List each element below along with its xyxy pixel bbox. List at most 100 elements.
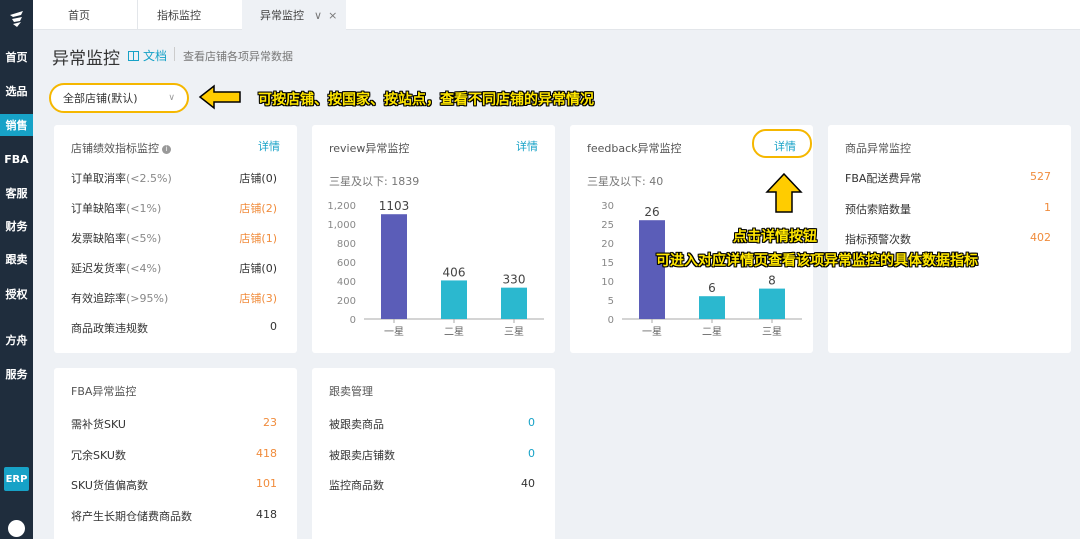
- select-hint-annotation: 可按店铺、按国家、按站点，查看不同店铺的异常情况: [258, 92, 594, 108]
- row-value[interactable]: 0: [528, 416, 535, 432]
- row-value[interactable]: 527: [1030, 170, 1051, 186]
- bar[interactable]: [759, 288, 785, 319]
- row-label: 需补货SKU: [71, 416, 126, 432]
- list-row: 商品政策违规数 0: [71, 320, 277, 336]
- y-tick-label: 1,000: [327, 220, 356, 231]
- row-value[interactable]: 1: [1044, 201, 1051, 217]
- list-row: 监控商品数 40: [329, 477, 535, 493]
- row-value[interactable]: 101: [256, 477, 277, 493]
- y-tick-label: 800: [337, 239, 356, 250]
- info-icon[interactable]: i: [162, 144, 171, 154]
- list-row: 有效追踪率(>95%) 店铺(3): [71, 290, 277, 306]
- card-review: review异常监控 详情 三星及以下: 1839 0 200 400 600 800 1…: [312, 125, 555, 353]
- page-subtitle: 查看店铺各项异常数据: [183, 50, 293, 63]
- x-tick-label: 一星: [642, 326, 662, 338]
- row-label-text: 发票缺陷率: [71, 232, 126, 245]
- row-label: 被跟卖商品: [329, 416, 384, 432]
- row-label: 冗余SKU数: [71, 447, 126, 463]
- y-tick-label: 600: [337, 258, 356, 269]
- book-icon: [128, 50, 139, 61]
- bar[interactable]: [441, 280, 467, 319]
- row-value[interactable]: 店铺(1): [239, 230, 277, 246]
- bar[interactable]: [699, 296, 725, 319]
- row-label-text: 需补货SKU: [71, 418, 126, 431]
- row-label: 被跟卖店铺数: [329, 447, 395, 463]
- nav-item-ark[interactable]: 方舟: [0, 329, 33, 351]
- tab-bar: 首页 指标监控 异常监控 ∨ ×: [33, 0, 1080, 30]
- tab-anomaly-monitor[interactable]: 异常监控 ∨ ×: [242, 0, 346, 30]
- x-tick-label: 三星: [762, 326, 782, 338]
- up-arrow-annotation-icon: [765, 172, 803, 213]
- tab-indicator-monitor[interactable]: 指标监控: [138, 0, 242, 30]
- row-threshold: (>95%): [126, 292, 169, 305]
- app-logo[interactable]: [0, 0, 33, 38]
- list-row: 需补货SKU 23: [71, 416, 277, 432]
- detail-highlight-ring: [752, 129, 812, 158]
- card-store-performance: 店铺绩效指标监控 i 详情 订单取消率(<2.5%) 店铺(0) 订单缺陷率(<1%)…: [54, 125, 297, 353]
- card-title: 商品异常监控: [845, 142, 911, 155]
- row-value[interactable]: 418: [256, 508, 277, 524]
- row-label-text: 监控商品数: [329, 479, 384, 492]
- card-fba-anomaly: FBA异常监控 需补货SKU 23 冗余SKU数 418 SKU货值偏高数 101 将产生长…: [54, 368, 297, 539]
- detail-hint-annotation-1: 点击详情按钮: [733, 229, 817, 245]
- row-value[interactable]: 402: [1030, 231, 1051, 247]
- row-label-text: FBA配送费异常: [845, 172, 922, 185]
- store-perf-detail-link[interactable]: 详情: [258, 138, 280, 154]
- tab-dropdown-icon[interactable]: ∨: [314, 9, 322, 22]
- row-label: FBA配送费异常: [845, 170, 921, 186]
- row-label-text: 冗余SKU数: [71, 448, 126, 462]
- doc-link-label: 文档: [143, 49, 168, 63]
- row-value[interactable]: 23: [263, 416, 277, 432]
- tab-home[interactable]: 首页: [33, 0, 138, 30]
- bar-value-label: 1103: [379, 199, 410, 213]
- doc-link[interactable]: 文档: [128, 47, 167, 64]
- row-threshold: (<2.5%): [126, 172, 172, 185]
- row-value[interactable]: 40: [521, 477, 535, 493]
- row-value[interactable]: 店铺(3): [239, 290, 277, 306]
- row-value[interactable]: 418: [256, 447, 277, 463]
- nav-item-fba[interactable]: FBA: [0, 148, 33, 170]
- nav-item-sales[interactable]: 销售: [0, 114, 33, 136]
- row-value[interactable]: 店铺(0): [239, 170, 277, 186]
- header-divider: [174, 47, 175, 61]
- y-tick-label: 5: [608, 296, 614, 307]
- review-detail-link[interactable]: 详情: [516, 138, 538, 154]
- nav-item-customer-service[interactable]: 客服: [0, 182, 33, 204]
- nav-item-finance[interactable]: 财务: [0, 215, 33, 237]
- card-product-anomaly: 商品异常监控 FBA配送费异常 527 预估索赔数量 1 指标预警次数 402: [828, 125, 1071, 353]
- nav-item-home[interactable]: 首页: [0, 46, 33, 68]
- row-value[interactable]: 0: [270, 320, 277, 336]
- nav-item-services[interactable]: 服务: [0, 363, 33, 385]
- row-value[interactable]: 0: [528, 447, 535, 463]
- erp-button[interactable]: ERP: [4, 467, 29, 491]
- row-label-text: 被跟卖店铺数: [329, 448, 395, 462]
- card-title: review异常监控: [329, 142, 410, 155]
- nav-item-authorization[interactable]: 授权: [0, 283, 33, 305]
- card-title-text: 店铺绩效指标监控: [71, 142, 159, 155]
- bar-value-label: 26: [644, 205, 659, 219]
- list-row: 订单缺陷率(<1%) 店铺(2): [71, 200, 277, 216]
- card-title: 店铺绩效指标监控 i: [71, 140, 171, 156]
- list-row: 延迟发货率(<4%) 店铺(0): [71, 260, 277, 276]
- bar[interactable]: [381, 214, 407, 319]
- row-label-text: 被跟卖商品: [329, 418, 384, 431]
- list-row: 被跟卖商品 0: [329, 416, 535, 432]
- store-select[interactable]: 全部店铺(默认) ∨: [49, 83, 189, 113]
- row-threshold: (<4%): [126, 262, 162, 275]
- row-value[interactable]: 店铺(0): [239, 260, 277, 276]
- nav-item-product-selection[interactable]: 选品: [0, 80, 33, 102]
- row-label: 监控商品数: [329, 477, 384, 493]
- y-tick-label: 400: [337, 277, 356, 288]
- nav-item-follow-sell[interactable]: 跟卖: [0, 248, 33, 270]
- card-follow-sell: 跟卖管理 被跟卖商品 0 被跟卖店铺数 0 监控商品数 40: [312, 368, 555, 539]
- page-title: 异常监控: [52, 49, 120, 69]
- bar[interactable]: [501, 287, 527, 319]
- row-label-text: 延迟发货率: [71, 262, 126, 275]
- row-label-text: 指标预警次数: [845, 233, 911, 246]
- y-tick-label: 200: [337, 296, 356, 307]
- y-tick-label: 0: [350, 315, 356, 326]
- tab-close-icon[interactable]: ×: [328, 9, 337, 22]
- row-value[interactable]: 店铺(2): [239, 200, 277, 216]
- row-label-text: 预估索赔数量: [845, 202, 911, 216]
- user-settings-icon[interactable]: [8, 520, 25, 537]
